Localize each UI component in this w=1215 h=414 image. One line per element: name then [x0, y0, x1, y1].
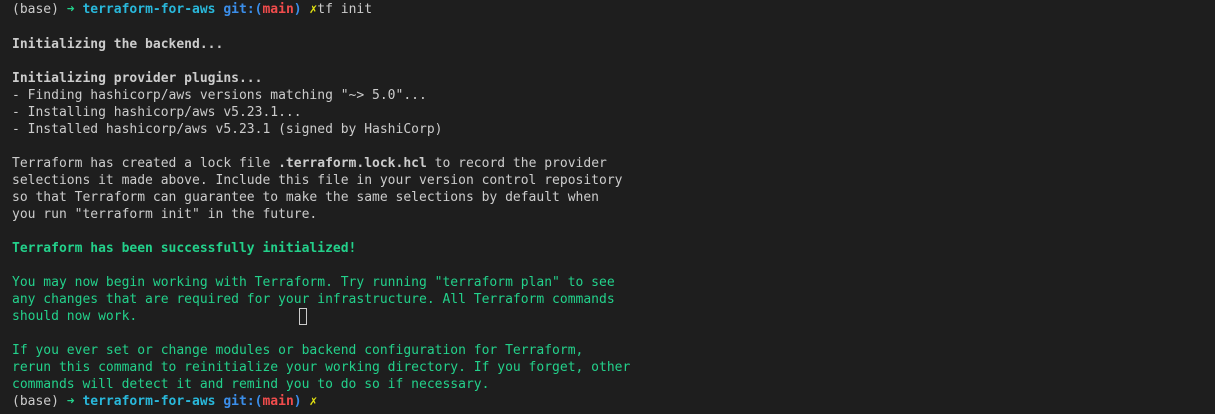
lock-text-post: to record the provider	[426, 156, 607, 171]
lock-file-name: .terraform.lock.hcl	[278, 156, 427, 171]
output-plan-line-2: any changes that are required for your i…	[12, 292, 615, 307]
output-installing: - Installing hashicorp/aws v5.23.1...	[12, 105, 302, 120]
current-directory: terraform-for-aws	[82, 2, 216, 17]
output-plan-line-3: should now work.	[12, 309, 138, 324]
output-reinit-line-1: If you ever set or change modules or bac…	[12, 343, 584, 358]
output-reinit-line-3: commands will detect it and remind you t…	[12, 377, 490, 392]
prompt-arrow-icon: ➜	[66, 2, 75, 17]
prompt-line: (base) ➜ terraform-for-aws git:(main) ✗t…	[12, 1, 372, 18]
output-lock-line-2: selections it made above. Include this f…	[12, 173, 623, 188]
git-dirty-icon: ✗	[309, 394, 318, 409]
git-branch: main	[262, 394, 294, 409]
conda-env: (base)	[12, 394, 59, 409]
terminal-window[interactable]: (base) ➜ terraform-for-aws git:(main) ✗t…	[0, 0, 1215, 414]
output-lock-line-1: Terraform has created a lock file .terra…	[12, 155, 607, 172]
output-success: Terraform has been successfully initiali…	[12, 241, 357, 256]
output-lock-line-4: you run "terraform init" in the future.	[12, 207, 318, 222]
text-cursor	[299, 308, 307, 325]
git-label: git:(	[223, 2, 263, 17]
output-backend: Initializing the backend...	[12, 37, 224, 52]
output-installed: - Installed hashicorp/aws v5.23.1 (signe…	[12, 122, 443, 137]
output-finding: - Finding hashicorp/aws versions matchin…	[12, 88, 427, 103]
prompt-arrow-icon: ➜	[66, 394, 75, 409]
git-label: git:(	[223, 394, 263, 409]
output-reinit-line-2: rerun this command to reinitialize your …	[12, 360, 631, 375]
git-label-close: )	[293, 2, 302, 17]
prompt-line-current[interactable]: (base) ➜ terraform-for-aws git:(main) ✗	[12, 393, 317, 410]
output-plan-line-1: You may now begin working with Terraform…	[12, 275, 615, 290]
lock-text-pre: Terraform has created a lock file	[12, 156, 279, 171]
conda-env: (base)	[12, 2, 59, 17]
entered-command: tf init	[317, 2, 373, 17]
output-lock-line-3: so that Terraform can guarantee to make …	[12, 190, 599, 205]
git-branch: main	[262, 2, 294, 17]
git-label-close: )	[293, 394, 302, 409]
output-plugins: Initializing provider plugins...	[12, 71, 263, 86]
current-directory: terraform-for-aws	[82, 394, 216, 409]
